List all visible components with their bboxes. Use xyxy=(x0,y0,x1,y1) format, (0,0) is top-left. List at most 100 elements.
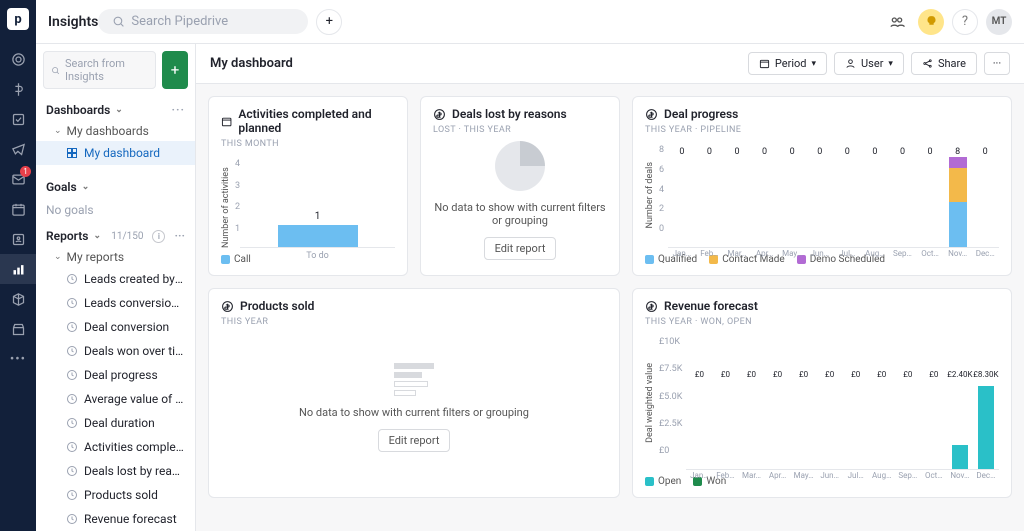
bar-column: 0Jul… xyxy=(834,157,862,247)
dashboard-icon xyxy=(66,147,78,159)
topbar: Insights Search Pipedrive + ? MT xyxy=(36,0,1024,44)
rail-campaigns-icon[interactable] xyxy=(0,134,36,164)
sidebar-report-item[interactable]: Deals won over time xyxy=(36,339,195,363)
calendar-icon xyxy=(759,58,770,69)
bars-placeholder-icon xyxy=(394,363,434,396)
my-reports-group[interactable]: ⌄My reports xyxy=(36,247,195,267)
sidebar-report-item[interactable]: Revenue forecast xyxy=(36,507,195,531)
sidebar-report-item[interactable]: Deals lost by reasons xyxy=(36,459,195,483)
card-deal-progress: Deal progress THIS YEAR · PIPELINE Numbe… xyxy=(632,96,1012,276)
edit-report-button[interactable]: Edit report xyxy=(484,237,557,260)
info-icon[interactable]: i xyxy=(152,230,165,243)
bar-column: £0Apr… xyxy=(765,379,791,469)
add-insight-button[interactable]: + xyxy=(162,51,188,89)
invite-icon[interactable] xyxy=(884,9,910,35)
y-axis-label: Number of activities xyxy=(221,157,231,248)
dashboard-title: My dashboard xyxy=(210,56,293,71)
dashboards-section-header[interactable]: Dashboards ⌄ ··· xyxy=(36,96,195,121)
reports-count: 11/150 xyxy=(111,231,143,242)
rail-marketplace-icon[interactable] xyxy=(0,314,36,344)
card-revenue-forecast: Revenue forecast THIS YEAR · WON, OPEN D… xyxy=(632,288,1012,498)
bar-column: 0Jun… xyxy=(806,157,834,247)
page-title: Insights xyxy=(48,14,98,30)
dashboard-more-button[interactable]: ··· xyxy=(984,52,1010,75)
chevron-down-icon: ⌄ xyxy=(82,182,90,192)
goals-section-header[interactable]: Goals ⌄ xyxy=(36,173,195,198)
sidebar-report-item[interactable]: Deal conversion xyxy=(36,315,195,339)
app-logo[interactable]: p xyxy=(7,8,29,30)
sidebar-report-item[interactable]: Leads created by users xyxy=(36,267,195,291)
currency-icon xyxy=(645,108,658,121)
period-filter-button[interactable]: Period▾ xyxy=(748,52,827,75)
user-icon xyxy=(845,58,856,69)
rail-more-icon[interactable]: ••• xyxy=(0,344,36,374)
global-search[interactable]: Search Pipedrive xyxy=(98,9,308,34)
y-axis-ticks: £10K£7.5K£5.0K£2.5K£0 xyxy=(659,335,686,470)
sidebar-report-item[interactable]: Deal progress xyxy=(36,363,195,387)
report-icon xyxy=(66,273,78,285)
bar-column: £0Aug… xyxy=(869,379,895,469)
chevron-down-icon: ⌄ xyxy=(115,105,123,115)
report-icon xyxy=(66,489,78,501)
card-activities: Activities completed and planned THIS MO… xyxy=(208,96,408,276)
dashboard-header: My dashboard Period▾ User▾ Share xyxy=(196,44,1024,84)
chevron-down-icon: ⌄ xyxy=(93,231,101,241)
bar-column: £0Oct… xyxy=(921,379,947,469)
chevron-down-icon: ▾ xyxy=(812,59,817,69)
nodata-text: No data to show with current filters or … xyxy=(299,406,529,419)
rail-products-icon[interactable] xyxy=(0,284,36,314)
calendar-icon xyxy=(221,115,232,128)
nodata-text: No data to show with current filters or … xyxy=(433,201,607,227)
report-icon xyxy=(66,417,78,429)
currency-icon xyxy=(433,108,446,121)
sidebar-report-item[interactable]: Average value of won d… xyxy=(36,387,195,411)
bar-column: £0Feb… xyxy=(712,379,738,469)
user-filter-button[interactable]: User▾ xyxy=(834,52,904,75)
report-icon xyxy=(66,393,78,405)
pie-placeholder-icon xyxy=(495,141,545,191)
rail-contacts-icon[interactable] xyxy=(0,224,36,254)
chart-area: 1 To do xyxy=(240,157,395,248)
bar-column: £0Jul… xyxy=(843,379,869,469)
sidebar-report-item[interactable]: Deal duration xyxy=(36,411,195,435)
quick-add-button[interactable]: + xyxy=(316,9,342,35)
bar-column: 0May… xyxy=(778,157,806,247)
more-icon[interactable]: ··· xyxy=(174,229,185,243)
rail-activities-icon[interactable] xyxy=(0,194,36,224)
bar-column: 0Feb… xyxy=(696,157,724,247)
user-avatar[interactable]: MT xyxy=(986,9,1012,35)
more-icon[interactable]: ··· xyxy=(171,103,185,117)
sidebar-report-item[interactable]: Activities completed an… xyxy=(36,435,195,459)
edit-report-button[interactable]: Edit report xyxy=(378,429,451,452)
chevron-down-icon: ▾ xyxy=(888,59,893,69)
bar-column: 0Sep… xyxy=(889,157,917,247)
help-icon[interactable]: ? xyxy=(952,9,978,35)
bar-column: £0May… xyxy=(791,379,817,469)
share-button[interactable]: Share xyxy=(911,52,977,75)
my-dashboards-group[interactable]: ⌄My dashboards xyxy=(36,121,195,141)
reports-section-header[interactable]: Reports ⌄ 11/150 i ··· xyxy=(36,222,195,247)
y-axis-ticks: 86420 xyxy=(659,143,668,248)
chart-area: 0Jan…0Feb…0Mar…0Apr…0May…0Jun…0Jul…0Aug…… xyxy=(668,143,999,248)
sidebar-item-my-dashboard[interactable]: My dashboard xyxy=(36,141,195,165)
rail-insights-icon[interactable] xyxy=(0,254,36,284)
sidebar-search-input[interactable]: Search from Insights xyxy=(43,51,156,89)
sidebar-report-item[interactable]: Products sold xyxy=(36,483,195,507)
report-icon xyxy=(66,513,78,525)
rail-projects-icon[interactable] xyxy=(0,104,36,134)
search-placeholder: Search Pipedrive xyxy=(131,14,228,29)
search-icon xyxy=(112,15,125,28)
bar-column: 0Apr… xyxy=(751,157,779,247)
rail-leads-icon[interactable] xyxy=(0,44,36,74)
assistant-icon[interactable] xyxy=(918,9,944,35)
sidebar-report-item[interactable]: Leads conversion by so… xyxy=(36,291,195,315)
rail-mail-icon[interactable] xyxy=(0,164,36,194)
bar-column: £0Jun… xyxy=(817,379,843,469)
rail-deals-icon[interactable] xyxy=(0,74,36,104)
share-icon xyxy=(922,58,933,69)
bar-todo: 1 xyxy=(278,225,358,248)
y-axis-label: Number of deals xyxy=(645,162,655,228)
card-products-sold: Products sold THIS YEAR No data to show … xyxy=(208,288,620,498)
report-icon xyxy=(66,297,78,309)
bar-column: £0Mar… xyxy=(738,379,764,469)
